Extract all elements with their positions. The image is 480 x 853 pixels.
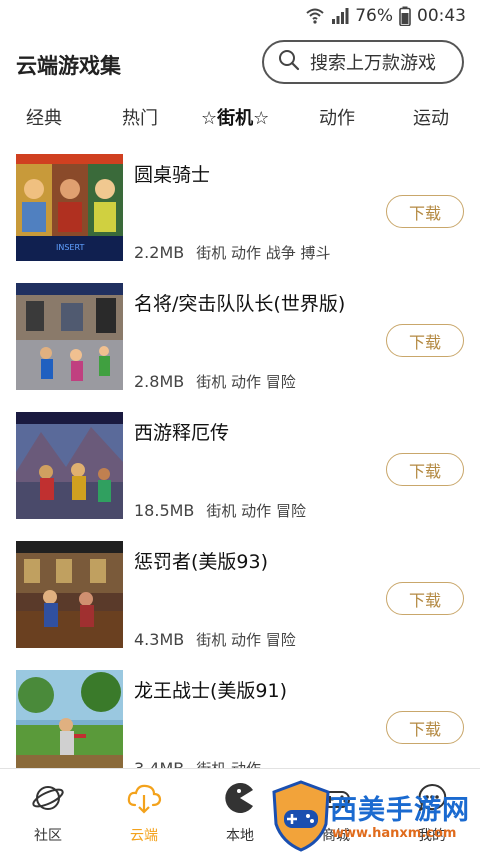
game-meta: 18.5MB 街机 动作 冒险 bbox=[134, 500, 306, 521]
game-thumbnail bbox=[16, 412, 123, 519]
battery-percent: 76% bbox=[355, 6, 393, 26]
header: 云端游戏集 搜索上万款游戏 bbox=[0, 32, 480, 92]
download-button[interactable]: 下载 bbox=[386, 582, 464, 615]
game-thumbnail: INSERT bbox=[16, 154, 123, 261]
game-meta: 2.2MB 街机 动作 战争 搏斗 bbox=[134, 242, 331, 263]
svg-text:INSERT: INSERT bbox=[56, 243, 84, 252]
wifi-icon bbox=[305, 7, 325, 25]
nav-label: 社区 bbox=[34, 828, 62, 844]
pacman-icon bbox=[210, 781, 270, 815]
game-tags: 街机 动作 冒险 bbox=[196, 373, 296, 391]
planet-icon bbox=[18, 781, 78, 815]
tab-arcade[interactable]: ☆街机☆ bbox=[201, 104, 269, 130]
watermark-text: 西美手游网 bbox=[330, 795, 470, 826]
game-tags: 街机 动作 冒险 bbox=[196, 631, 296, 649]
nav-label: 本地 bbox=[226, 828, 254, 844]
nav-community[interactable]: 社区 bbox=[18, 781, 78, 845]
game-thumbnail bbox=[16, 283, 123, 390]
download-button[interactable]: 下载 bbox=[386, 324, 464, 357]
list-item[interactable]: 惩罚者(美版93) 下载 4.3MB 街机 动作 冒险 bbox=[0, 537, 480, 666]
tab-sports[interactable]: 运动 bbox=[413, 104, 449, 130]
clock: 00:43 bbox=[417, 6, 466, 26]
list-item[interactable]: 名将/突击队队长(世界版) 下载 2.8MB 街机 动作 冒险 bbox=[0, 279, 480, 408]
tab-action[interactable]: 动作 bbox=[319, 104, 355, 130]
game-name: 龙王战士(美版91) bbox=[134, 680, 288, 702]
game-tags: 街机 动作 战争 搏斗 bbox=[196, 244, 331, 262]
game-name: 西游释厄传 bbox=[134, 422, 230, 444]
watermark: 西美手游网 www.hanxm.com bbox=[270, 778, 480, 853]
tab-classic[interactable]: 经典 bbox=[26, 104, 62, 130]
search-icon bbox=[278, 49, 300, 75]
cloud-download-icon bbox=[114, 781, 174, 815]
game-thumbnail bbox=[16, 670, 123, 770]
page-title: 云端游戏集 bbox=[16, 54, 121, 78]
nav-label: 云端 bbox=[130, 828, 158, 844]
list-item[interactable]: INSERT 圆桌骑士 下载 2.2MB 街机 动作 战争 搏斗 bbox=[0, 150, 480, 279]
file-size: 2.2MB bbox=[134, 243, 185, 262]
game-name: 惩罚者(美版93) bbox=[134, 551, 269, 573]
tab-hot[interactable]: 热门 bbox=[122, 104, 158, 130]
game-meta: 4.3MB 街机 动作 冒险 bbox=[134, 629, 296, 650]
search-placeholder: 搜索上万款游戏 bbox=[310, 53, 436, 74]
file-size: 4.3MB bbox=[134, 630, 185, 649]
game-name: 圆桌骑士 bbox=[134, 164, 211, 186]
game-thumbnail bbox=[16, 541, 123, 648]
list-item[interactable]: 龙王战士(美版91) 下载 3.4MB 街机 动作 bbox=[0, 666, 480, 770]
game-list: INSERT 圆桌骑士 下载 2.2MB 街机 动作 战争 搏斗 名将/突击队队… bbox=[0, 150, 480, 770]
status-bar: 76% 00:43 bbox=[0, 0, 480, 32]
nav-cloud[interactable]: 云端 bbox=[114, 781, 174, 845]
file-size: 18.5MB bbox=[134, 501, 195, 520]
game-meta: 2.8MB 街机 动作 冒险 bbox=[134, 371, 296, 392]
download-button[interactable]: 下载 bbox=[386, 711, 464, 744]
category-tabs: 经典 热门 ☆街机☆ 动作 运动 bbox=[0, 96, 480, 142]
game-tags: 街机 动作 冒险 bbox=[206, 502, 306, 520]
watermark-url: www.hanxm.com bbox=[332, 826, 457, 841]
search-box[interactable]: 搜索上万款游戏 bbox=[262, 40, 464, 84]
watermark-shield-icon bbox=[272, 780, 330, 852]
download-button[interactable]: 下载 bbox=[386, 453, 464, 486]
file-size: 2.8MB bbox=[134, 372, 185, 391]
list-item[interactable]: 西游释厄传 下载 18.5MB 街机 动作 冒险 bbox=[0, 408, 480, 537]
download-button[interactable]: 下载 bbox=[386, 195, 464, 228]
game-name: 名将/突击队队长(世界版) bbox=[134, 293, 346, 315]
battery-icon bbox=[399, 6, 411, 26]
nav-local[interactable]: 本地 bbox=[210, 781, 270, 845]
signal-icon bbox=[331, 7, 349, 25]
